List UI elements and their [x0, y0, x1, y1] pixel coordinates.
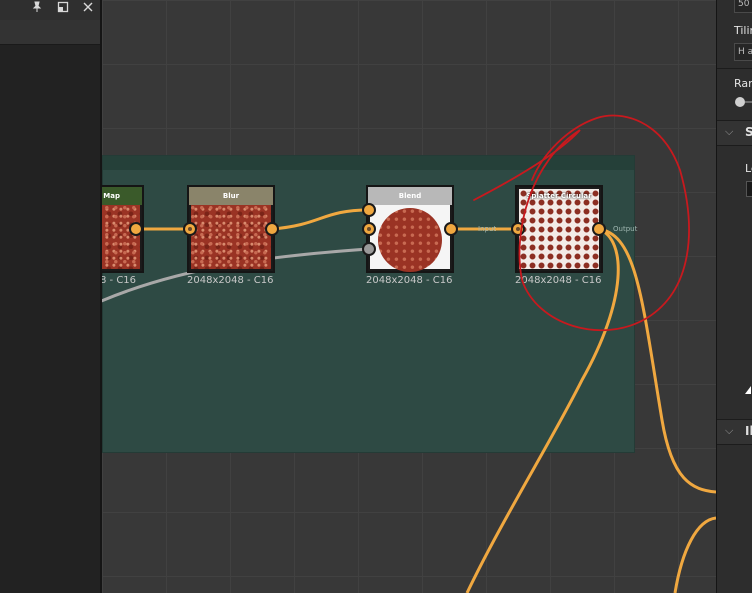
curve-handle-icon[interactable]: [745, 386, 751, 394]
panel-tab-strip: [0, 20, 100, 45]
random-label: Ran: [734, 77, 752, 90]
left-panel: [0, 0, 102, 593]
chevron-down-icon: ⌵: [725, 424, 734, 437]
tiling-label: Tilin: [734, 24, 752, 37]
color-swatch[interactable]: [746, 181, 752, 197]
tiling-dropdown[interactable]: H a: [734, 43, 752, 61]
properties-panel: 50 Tilin H a Ran ⌵ S Le ⌵ Il: [716, 0, 752, 593]
random-slider-knob[interactable]: [735, 97, 745, 107]
section-header-s[interactable]: ⌵ S: [717, 120, 752, 146]
graph-canvas[interactable]: Map 8 - C16 Blur 2048x2048 - C16 Blend 2…: [102, 0, 716, 593]
section-il-title: Il: [745, 424, 752, 438]
panel-divider: [717, 68, 752, 69]
red-annotation-scribble: [473, 114, 690, 332]
section-s-title: S: [745, 125, 752, 139]
chevron-down-icon: ⌵: [725, 125, 734, 138]
property-field-top[interactable]: 50: [734, 0, 752, 13]
panel-toolbar: [0, 0, 100, 20]
float-window-icon[interactable]: [54, 1, 72, 19]
le-label: Le: [745, 162, 752, 175]
section-header-il[interactable]: ⌵ Il: [717, 419, 752, 445]
close-icon[interactable]: [79, 1, 97, 19]
pin-icon[interactable]: [28, 1, 46, 19]
random-slider-track[interactable]: [745, 101, 752, 103]
